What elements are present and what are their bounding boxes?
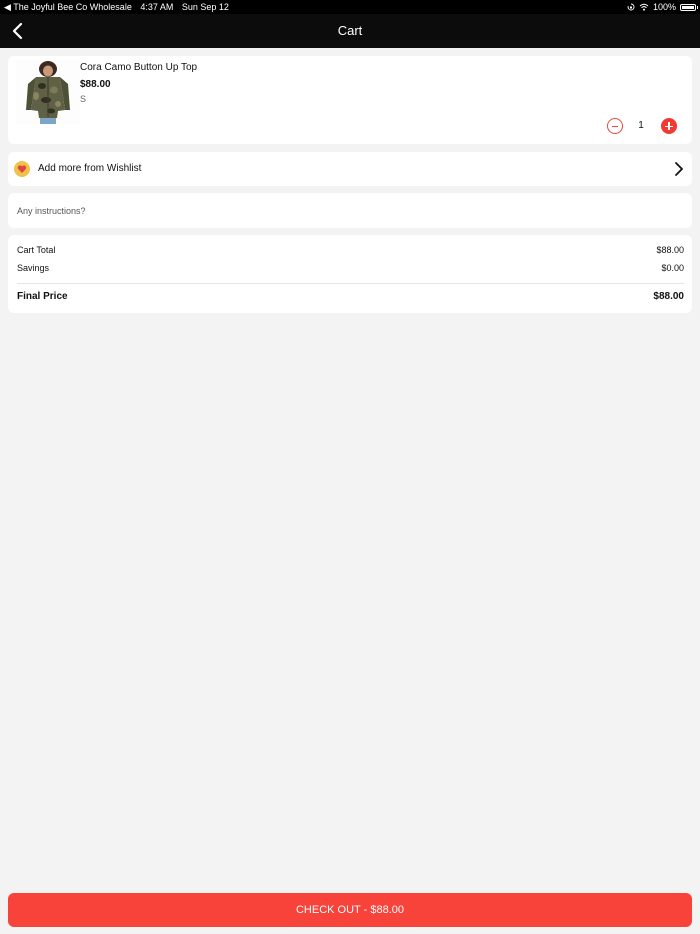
status-bar: ◀ The Joyful Bee Co Wholesale 4:37 AM Su…: [0, 0, 700, 14]
quantity-value: 1: [638, 120, 644, 131]
wifi-icon: [639, 3, 649, 11]
cart-total-label: Cart Total: [17, 245, 56, 255]
cart-total-value: $88.00: [656, 245, 684, 255]
wishlist-label: Add more from Wishlist: [38, 163, 142, 174]
rotation-lock-icon: [627, 3, 635, 11]
decrease-quantity-button[interactable]: [607, 118, 623, 134]
status-time: 4:37 AM: [140, 2, 174, 12]
back-to-app-link[interactable]: ◀ The Joyful Bee Co Wholesale: [4, 2, 132, 12]
status-right: 100%: [627, 0, 698, 14]
battery-icon: [680, 3, 698, 11]
wishlist-row[interactable]: Add more from Wishlist: [8, 152, 692, 186]
cart-item: Cora Camo Button Up Top $88.00 S 1: [8, 56, 692, 144]
page-title: Cart: [337, 23, 363, 38]
product-size: S: [80, 94, 87, 104]
product-price: $88.00: [80, 79, 111, 90]
price-summary: Cart Total $88.00 Savings $0.00 Final Pr…: [8, 235, 692, 313]
status-date: Sun Sep 12: [181, 2, 229, 12]
instructions-input[interactable]: [8, 193, 692, 228]
status-left: ◀ The Joyful Bee Co Wholesale 4:37 AM Su…: [4, 0, 235, 14]
product-name[interactable]: Cora Camo Button Up Top: [80, 62, 197, 73]
savings-label: Savings: [17, 263, 50, 273]
nav-bar: Cart: [0, 14, 700, 48]
final-price-value: $88.00: [653, 291, 684, 302]
instructions-card: [8, 193, 692, 228]
checkout-button[interactable]: CHECK OUT - $88.00: [8, 893, 692, 927]
product-image[interactable]: [16, 60, 80, 124]
summary-divider: [17, 283, 684, 284]
final-price-label: Final Price: [17, 291, 68, 302]
battery-percent: 100%: [652, 2, 676, 12]
savings-value: $0.00: [661, 263, 684, 273]
wishlist-heart-icon: [14, 161, 30, 177]
increase-quantity-button[interactable]: [661, 118, 677, 134]
chevron-right-icon: [675, 162, 683, 176]
